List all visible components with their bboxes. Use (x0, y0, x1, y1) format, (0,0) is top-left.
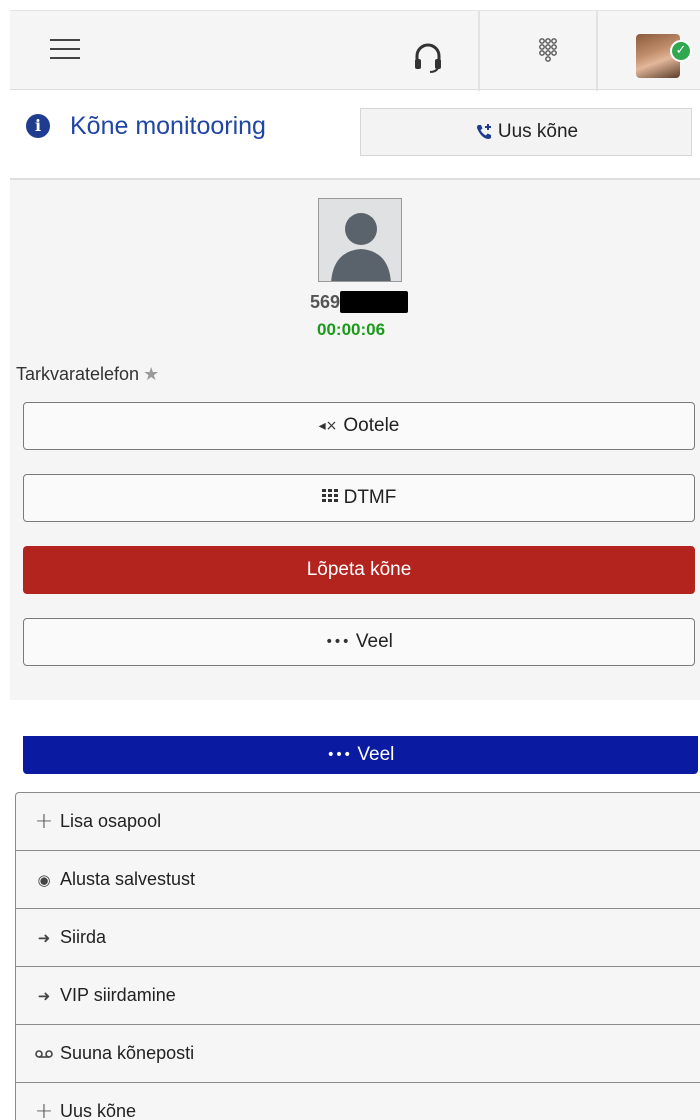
keypad-icon (321, 489, 338, 507)
menu-item-start-recording[interactable]: ◉ Alusta salvestust (15, 850, 700, 908)
more-button[interactable]: ••• Veel (23, 618, 695, 666)
hamburger-icon[interactable] (50, 39, 80, 61)
caller-number: 569 (310, 292, 341, 312)
star-icon[interactable]: ★ (143, 364, 159, 385)
phone-type: Tarkvaratelefon ★ (16, 364, 159, 385)
call-panel: 569 00:00:06 Tarkvaratelefon ★ ◂× Ootele … (10, 180, 700, 700)
menu-item-label: Lisa osapool (60, 811, 162, 831)
menu-item-vip-transfer[interactable]: ➜ VIP siirdamine (15, 966, 700, 1024)
dtmf-button[interactable]: DTMF (23, 474, 695, 522)
menu-item-new-call[interactable]: + Uus kõne (15, 1082, 700, 1120)
dtmf-label: DTMF (343, 487, 397, 508)
mute-icon: ◂× (318, 418, 338, 434)
arrow-right-icon: ➜ (37, 928, 51, 947)
arrow-right-icon: ➜ (37, 986, 51, 1005)
menu-item-voicemail[interactable]: Suuna kõneposti (15, 1024, 700, 1082)
phone-plus-icon (476, 124, 491, 139)
check-icon: ✓ (670, 40, 692, 62)
plus-icon: + (34, 809, 54, 834)
ellipsis-icon: ••• (326, 747, 352, 763)
menu-item-label: Alusta salvestust (60, 869, 196, 889)
voicemail-icon (34, 1045, 54, 1063)
menu-item-label: Siirda (60, 927, 107, 947)
more-button-active[interactable]: ••• Veel (23, 736, 698, 774)
headset-icon[interactable] (408, 37, 448, 77)
ellipsis-icon: ••• (325, 634, 350, 650)
record-icon: ◉ (37, 870, 51, 889)
menu-item-transfer[interactable]: ➜ Siirda (15, 908, 700, 966)
more-menu: + Lisa osapool ◉ Alusta salvestust ➜ Sii… (15, 792, 700, 1120)
end-call-button[interactable]: Lõpeta kõne (23, 546, 695, 594)
dialpad-icon[interactable] (530, 33, 570, 73)
top-bar: ✓ (10, 10, 700, 91)
hold-button[interactable]: ◂× Ootele (23, 402, 695, 450)
menu-item-add-party[interactable]: + Lisa osapool (15, 792, 700, 850)
person-icon (331, 213, 391, 281)
menu-item-label: VIP siirdamine (60, 985, 176, 1005)
phone-type-label: Tarkvaratelefon (16, 364, 140, 384)
plus-icon: + (34, 1099, 54, 1120)
page-title: Kõne monitooring (70, 112, 266, 140)
new-call-button[interactable]: Uus kõne (360, 108, 692, 156)
hold-label: Ootele (343, 415, 400, 436)
new-call-label: Uus kõne (497, 121, 579, 142)
more-label: Veel (355, 631, 393, 652)
title-row: i Kõne monitooring Uus kõne (10, 92, 700, 178)
toolbar-separator (478, 11, 480, 91)
more-active-label: Veel (357, 744, 395, 765)
menu-item-label: Suuna kõneposti (60, 1043, 195, 1063)
redaction-bar (340, 291, 408, 313)
call-timer: 00:00:06 (317, 320, 386, 339)
end-call-label: Lõpeta kõne (306, 559, 412, 580)
caller-avatar (318, 198, 402, 282)
toolbar-separator (596, 11, 598, 91)
menu-item-label: Uus kõne (60, 1101, 137, 1120)
info-icon: i (26, 114, 50, 138)
